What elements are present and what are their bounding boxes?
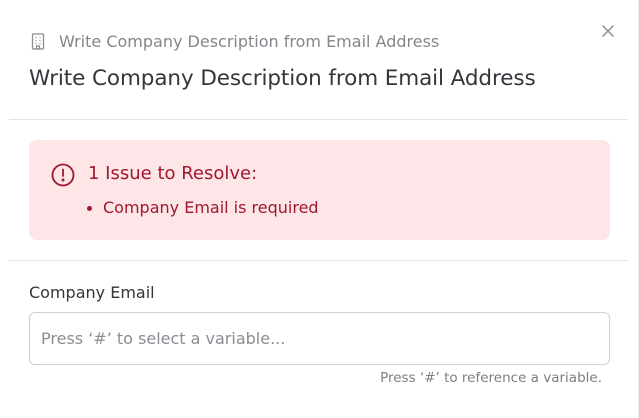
page-title: Write Company Description from Email Add…	[29, 66, 536, 91]
variable-hint: Press ‘#’ to reference a variable.	[380, 370, 602, 386]
issue-list: Company Email is required	[83, 197, 319, 219]
building-icon	[30, 32, 46, 50]
close-icon	[602, 22, 614, 41]
section-divider	[9, 260, 628, 261]
breadcrumb: Write Company Description from Email Add…	[30, 30, 439, 52]
company-email-input[interactable]	[29, 312, 610, 365]
step-editor-panel: Write Company Description from Email Add…	[0, 0, 639, 418]
close-button[interactable]	[597, 20, 619, 42]
alert-circle-icon	[51, 163, 75, 187]
validation-alert: 1 Issue to Resolve: Company Email is req…	[29, 140, 610, 240]
header-divider	[9, 119, 628, 120]
company-email-label: Company Email	[29, 283, 155, 302]
issue-item: Company Email is required	[83, 197, 319, 219]
alert-title: 1 Issue to Resolve:	[88, 163, 258, 184]
breadcrumb-text: Write Company Description from Email Add…	[59, 31, 440, 51]
